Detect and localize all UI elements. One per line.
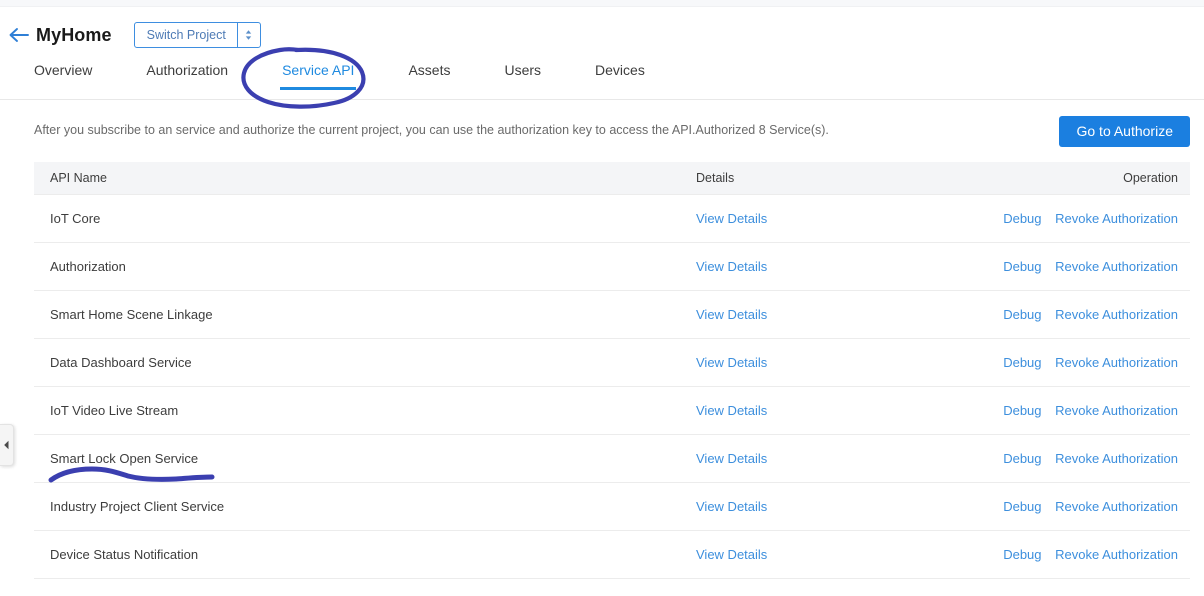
cell-operation: Debug Revoke Authorization: [940, 242, 1190, 290]
debug-link[interactable]: Debug: [1003, 211, 1041, 226]
revoke-authorization-link[interactable]: Revoke Authorization: [1055, 499, 1178, 514]
cell-details: View Details: [690, 434, 940, 482]
cell-operation: Debug Revoke Authorization: [940, 194, 1190, 242]
page-root: MyHome Switch Project Overview Authoriza…: [0, 0, 1204, 596]
switch-project-label: Switch Project: [135, 23, 237, 47]
cell-details: View Details: [690, 194, 940, 242]
view-details-link[interactable]: View Details: [696, 259, 767, 274]
page-title: MyHome: [36, 25, 112, 46]
cell-details: View Details: [690, 290, 940, 338]
table-row: Authorization View Details Debug Revoke …: [34, 242, 1190, 290]
cell-api-name: Device Status Notification: [34, 530, 690, 578]
main-content: After you subscribe to an service and au…: [0, 100, 1204, 579]
table-row: Smart Lock Open Service View Details Deb…: [34, 434, 1190, 482]
go-to-authorize-button[interactable]: Go to Authorize: [1059, 116, 1190, 147]
revoke-authorization-link[interactable]: Revoke Authorization: [1055, 547, 1178, 562]
cell-api-name: Authorization: [34, 242, 690, 290]
page-header: MyHome Switch Project Overview Authoriza…: [0, 7, 1204, 100]
service-api-table: API Name Details Operation IoT Core View…: [34, 162, 1190, 579]
column-header-details: Details: [690, 162, 940, 194]
revoke-authorization-link[interactable]: Revoke Authorization: [1055, 403, 1178, 418]
table-header-row: API Name Details Operation: [34, 162, 1190, 194]
revoke-authorization-link[interactable]: Revoke Authorization: [1055, 211, 1178, 226]
column-header-operation: Operation: [940, 162, 1190, 194]
table-row: Data Dashboard Service View Details Debu…: [34, 338, 1190, 386]
view-details-link[interactable]: View Details: [696, 451, 767, 466]
table-head: API Name Details Operation: [34, 162, 1190, 194]
cell-details: View Details: [690, 338, 940, 386]
table-row: Industry Project Client Service View Det…: [34, 482, 1190, 530]
service-api-table-wrapper: API Name Details Operation IoT Core View…: [34, 162, 1190, 579]
view-details-link[interactable]: View Details: [696, 355, 767, 370]
tab-assets[interactable]: Assets: [408, 63, 450, 90]
debug-link[interactable]: Debug: [1003, 403, 1041, 418]
header-top-row: MyHome Switch Project: [0, 15, 1204, 55]
cell-api-name: IoT Video Live Stream: [34, 386, 690, 434]
cell-operation: Debug Revoke Authorization: [940, 482, 1190, 530]
debug-link[interactable]: Debug: [1003, 259, 1041, 274]
debug-link[interactable]: Debug: [1003, 307, 1041, 322]
cell-operation: Debug Revoke Authorization: [940, 386, 1190, 434]
view-details-link[interactable]: View Details: [696, 547, 767, 562]
debug-link[interactable]: Debug: [1003, 451, 1041, 466]
table-row: Smart Home Scene Linkage View Details De…: [34, 290, 1190, 338]
tab-users[interactable]: Users: [504, 63, 541, 90]
revoke-authorization-link[interactable]: Revoke Authorization: [1055, 355, 1178, 370]
view-details-link[interactable]: View Details: [696, 499, 767, 514]
column-header-api-name: API Name: [34, 162, 690, 194]
table-row: IoT Core View Details Debug Revoke Autho…: [34, 194, 1190, 242]
debug-link[interactable]: Debug: [1003, 547, 1041, 562]
cell-details: View Details: [690, 386, 940, 434]
cell-operation: Debug Revoke Authorization: [940, 434, 1190, 482]
cell-api-name: Smart Home Scene Linkage: [34, 290, 690, 338]
tab-overview[interactable]: Overview: [34, 63, 92, 90]
view-details-link[interactable]: View Details: [696, 403, 767, 418]
revoke-authorization-link[interactable]: Revoke Authorization: [1055, 451, 1178, 466]
tab-authorization[interactable]: Authorization: [146, 63, 228, 90]
collapse-left-icon[interactable]: [0, 424, 14, 466]
cell-operation: Debug Revoke Authorization: [940, 338, 1190, 386]
browser-top-strip: [0, 0, 1204, 7]
cell-api-name: Data Dashboard Service: [34, 338, 690, 386]
view-details-link[interactable]: View Details: [696, 211, 767, 226]
table-body: IoT Core View Details Debug Revoke Autho…: [34, 194, 1190, 578]
chevron-up-down-icon: [237, 23, 260, 47]
switch-project-select[interactable]: Switch Project: [134, 22, 261, 48]
notice-text: After you subscribe to an service and au…: [34, 122, 829, 140]
cell-api-name: Industry Project Client Service: [34, 482, 690, 530]
cell-api-name: IoT Core: [34, 194, 690, 242]
notice-row: After you subscribe to an service and au…: [0, 100, 1204, 162]
view-details-link[interactable]: View Details: [696, 307, 767, 322]
tab-bar: Overview Authorization Service API Asset…: [0, 54, 645, 99]
cell-operation: Debug Revoke Authorization: [940, 530, 1190, 578]
table-row: Device Status Notification View Details …: [34, 530, 1190, 578]
cell-operation: Debug Revoke Authorization: [940, 290, 1190, 338]
debug-link[interactable]: Debug: [1003, 499, 1041, 514]
revoke-authorization-link[interactable]: Revoke Authorization: [1055, 307, 1178, 322]
cell-api-name: Smart Lock Open Service: [34, 434, 690, 482]
tab-devices[interactable]: Devices: [595, 63, 645, 90]
cell-details: View Details: [690, 242, 940, 290]
cell-details: View Details: [690, 530, 940, 578]
table-row: IoT Video Live Stream View Details Debug…: [34, 386, 1190, 434]
tab-service-api[interactable]: Service API: [282, 63, 354, 90]
cell-details: View Details: [690, 482, 940, 530]
revoke-authorization-link[interactable]: Revoke Authorization: [1055, 259, 1178, 274]
arrow-left-icon[interactable]: [2, 15, 36, 55]
debug-link[interactable]: Debug: [1003, 355, 1041, 370]
